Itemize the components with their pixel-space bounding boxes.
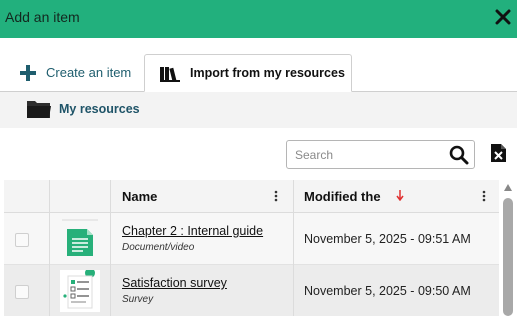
- table-row[interactable]: Chapter 2 : Internal guide Document/vide…: [4, 213, 499, 265]
- tab-bar: Create an item Import from my resources: [0, 38, 517, 92]
- books-icon: [160, 67, 180, 82]
- tab-import-resources-label: Import from my resources: [190, 66, 345, 80]
- row-checkbox[interactable]: [15, 233, 29, 247]
- tab-create-item[interactable]: Create an item: [8, 54, 138, 92]
- row-modified-date: November 5, 2025 - 09:51 AM: [304, 232, 471, 246]
- dialog-header: Add an item: [0, 0, 517, 38]
- column-separator: [110, 213, 111, 265]
- row-checkbox[interactable]: [15, 285, 29, 299]
- survey-thumbnail: [60, 270, 100, 312]
- search-box: [286, 140, 475, 169]
- column-header-modified[interactable]: Modified the: [304, 189, 381, 204]
- export-excel-icon[interactable]: [490, 143, 507, 163]
- column-separator: [49, 213, 50, 265]
- search-icon[interactable]: [449, 145, 469, 165]
- resources-table: Name Modified the Chapter 2 : Internal g…: [4, 180, 499, 316]
- scrollbar-thumb[interactable]: [503, 198, 513, 316]
- row-item-type: Survey: [122, 294, 154, 305]
- column-separator: [110, 180, 111, 213]
- column-separator: [49, 180, 50, 213]
- plus-icon: [20, 65, 36, 81]
- column-separator: [293, 265, 294, 316]
- row-modified-date: November 5, 2025 - 09:50 AM: [304, 284, 471, 298]
- table-row[interactable]: Satisfaction survey Survey November 5, 2…: [4, 265, 499, 316]
- column-separator: [49, 265, 50, 316]
- tab-import-resources[interactable]: Import from my resources: [144, 54, 352, 92]
- scroll-up-arrow-icon[interactable]: [504, 184, 512, 191]
- row-item-name[interactable]: Chapter 2 : Internal guide: [122, 224, 263, 238]
- search-input[interactable]: [295, 146, 445, 164]
- folder-icon: [27, 101, 51, 118]
- sort-descending-icon[interactable]: [396, 189, 404, 201]
- row-item-name[interactable]: Satisfaction survey: [122, 276, 227, 290]
- row-item-type: Document/video: [122, 242, 195, 253]
- column-separator: [293, 180, 294, 213]
- column-menu-icon[interactable]: [274, 190, 278, 202]
- table-header: Name Modified the: [4, 180, 499, 213]
- close-icon[interactable]: [495, 8, 511, 26]
- column-header-name[interactable]: Name: [122, 189, 157, 204]
- dialog-title: Add an item: [5, 9, 80, 25]
- tab-create-item-label: Create an item: [46, 65, 132, 80]
- column-menu-icon[interactable]: [482, 190, 486, 202]
- breadcrumb-my-resources[interactable]: My resources: [59, 102, 140, 116]
- breadcrumb: My resources: [0, 92, 517, 128]
- table-scrollbar[interactable]: [501, 182, 515, 316]
- column-separator: [293, 213, 294, 265]
- document-thumbnail: [60, 218, 100, 260]
- column-separator: [110, 265, 111, 316]
